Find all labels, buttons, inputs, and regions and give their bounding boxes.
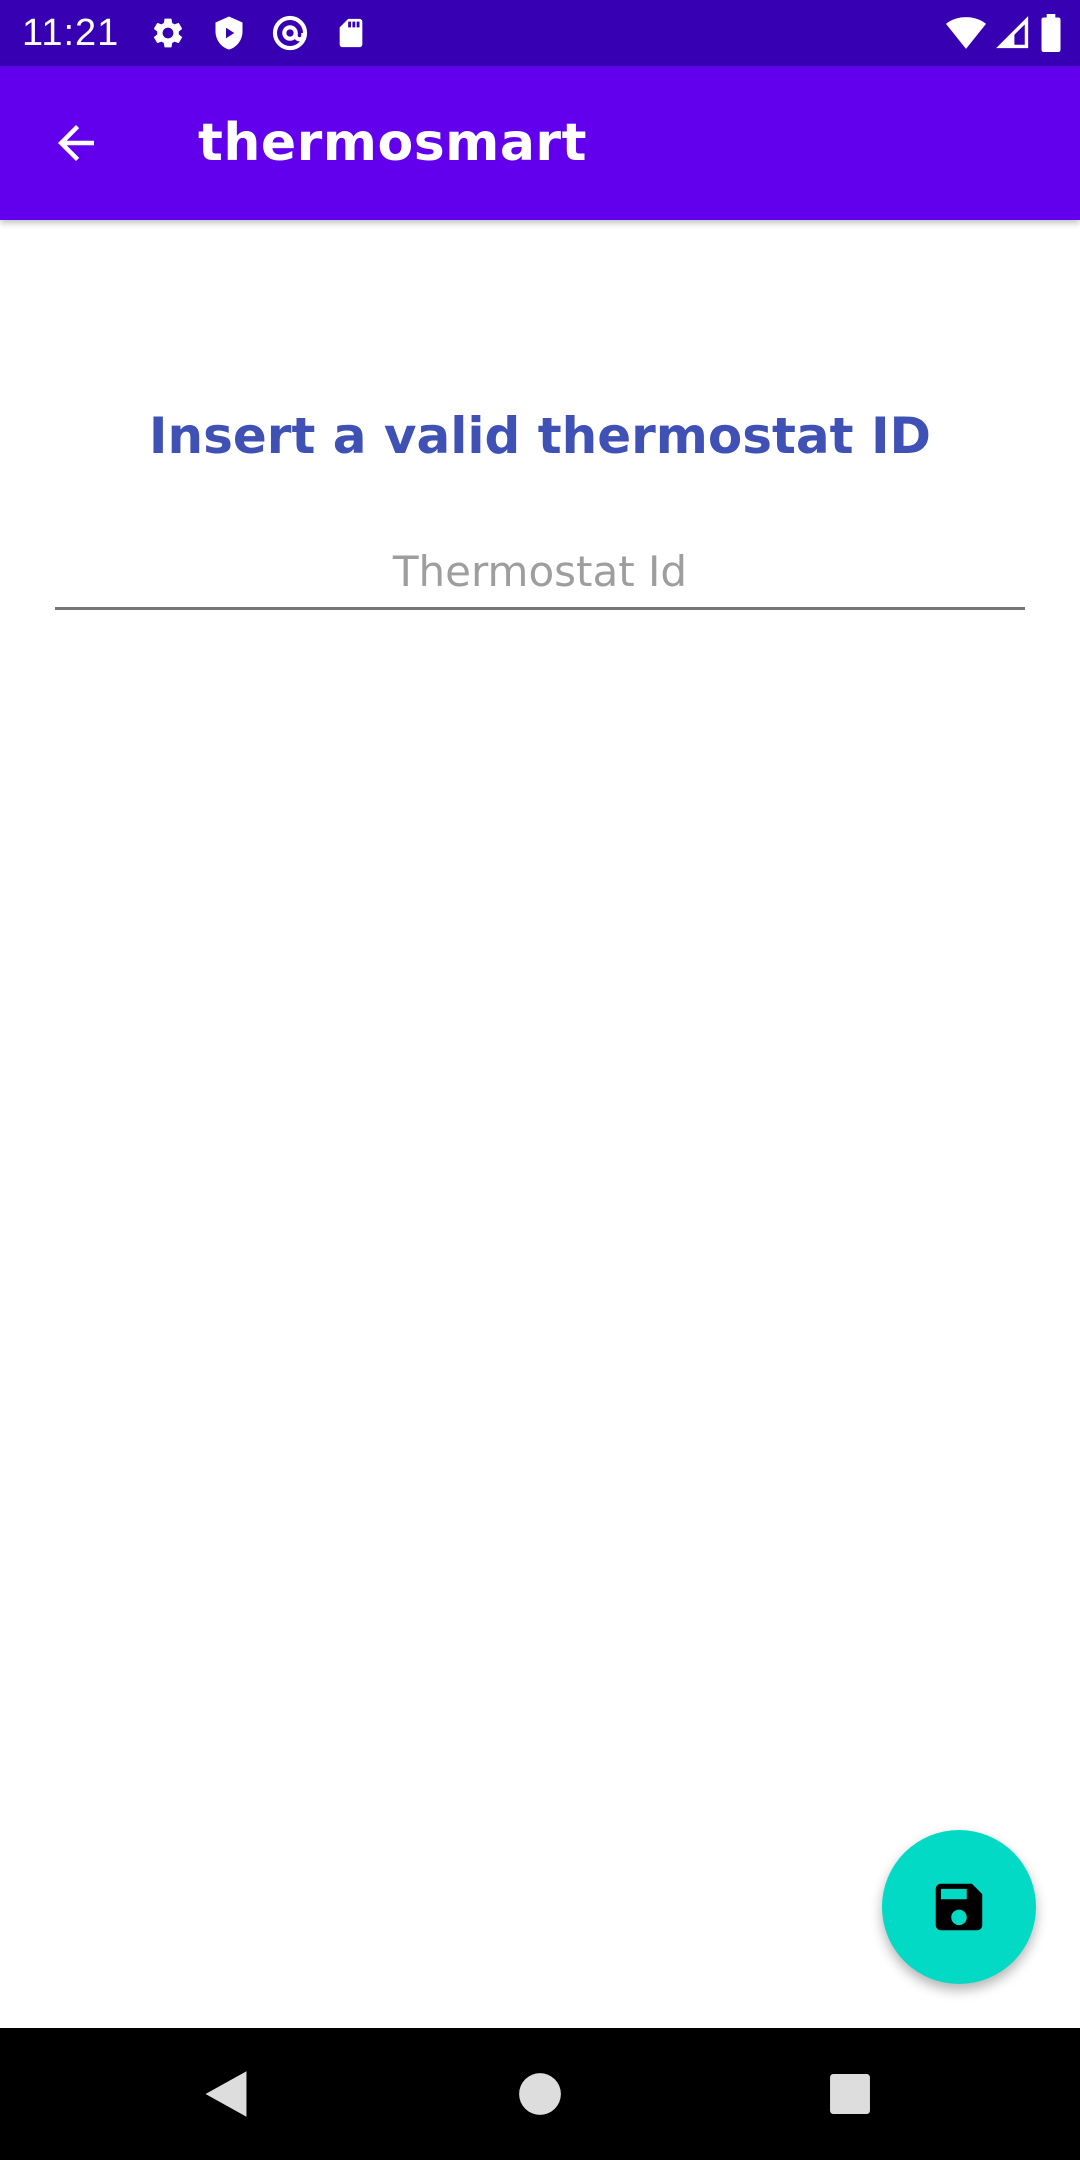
arrow-left-icon xyxy=(58,125,94,161)
at-sign-icon xyxy=(270,13,310,53)
home-circle-icon xyxy=(519,2073,561,2115)
thermostat-id-field xyxy=(55,535,1025,610)
navigation-bar xyxy=(0,2028,1080,2160)
gear-icon xyxy=(148,13,188,53)
status-bar: 11:21 xyxy=(0,0,1080,66)
thermostat-id-input[interactable] xyxy=(55,535,1025,607)
wifi-icon xyxy=(946,13,986,53)
nav-home-button[interactable] xyxy=(504,2058,576,2130)
battery-icon xyxy=(1040,13,1062,53)
nav-back-button[interactable] xyxy=(190,2058,262,2130)
shield-icon xyxy=(209,13,249,53)
status-time: 11:21 xyxy=(22,12,120,54)
screen: 11:21 thermosmart Insert a valid thermos… xyxy=(0,0,1080,2160)
sd-card-icon xyxy=(331,13,371,53)
recents-square-icon xyxy=(830,2074,870,2114)
app-bar: thermosmart xyxy=(0,66,1080,220)
save-fab[interactable] xyxy=(882,1830,1036,1984)
prompt-heading: Insert a valid thermostat ID xyxy=(148,407,932,465)
floppy-disk-icon xyxy=(935,1883,983,1931)
status-notification-icons xyxy=(148,13,392,53)
back-button[interactable] xyxy=(32,99,120,187)
cell-signal-icon xyxy=(996,13,1030,53)
back-triangle-icon xyxy=(205,2071,247,2117)
nav-recents-button[interactable] xyxy=(814,2058,886,2130)
status-system-icons xyxy=(936,13,1062,53)
app-title: thermosmart xyxy=(198,113,587,173)
